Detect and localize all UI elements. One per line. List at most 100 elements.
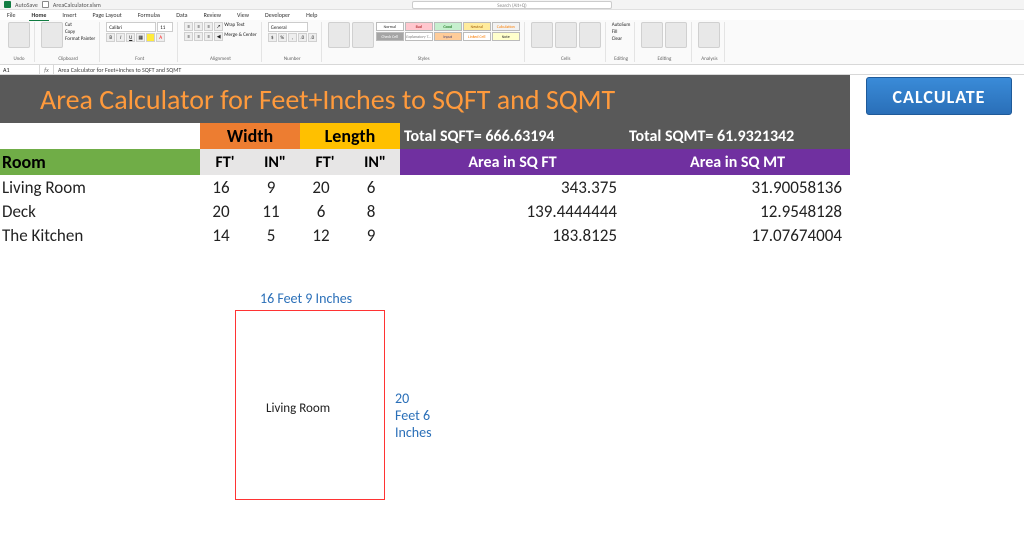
style-neutral[interactable]: Neutral xyxy=(463,22,491,31)
tab-data[interactable]: Data xyxy=(173,10,190,20)
style-calc[interactable]: Calculation xyxy=(492,22,520,31)
ribbon: Undo Cut Copy Format Painter Clipboard C… xyxy=(0,20,1024,65)
tab-developer[interactable]: Developer xyxy=(262,10,293,20)
format-as-table-icon[interactable] xyxy=(352,22,374,48)
autosave-toggle[interactable]: AutoSave xyxy=(15,1,38,9)
search-input[interactable]: Search (Alt+Q) xyxy=(412,1,612,9)
wrap-text-button[interactable]: Wrap Text xyxy=(224,22,244,31)
style-note[interactable]: Note xyxy=(492,32,520,41)
fill-color-button[interactable] xyxy=(146,33,155,42)
align-top-button[interactable]: ≡ xyxy=(184,22,193,31)
tab-insert[interactable]: Insert xyxy=(59,10,79,20)
insert-cells-icon[interactable] xyxy=(531,22,553,48)
cell-width-in[interactable]: 5 xyxy=(250,223,300,247)
currency-button[interactable]: $ xyxy=(268,33,277,42)
percent-button[interactable]: % xyxy=(278,33,287,42)
paste-icon[interactable] xyxy=(8,22,30,48)
fill-button[interactable]: Fill xyxy=(612,29,618,35)
formula-input[interactable]: Area Calculator for Feet+Inches to SQFT … xyxy=(54,65,181,75)
ribbon-group-alignment: Alignment xyxy=(184,56,257,62)
cell-room-name[interactable]: Living Room xyxy=(0,175,200,199)
dec-decimal-button[interactable]: .0 xyxy=(308,33,317,42)
align-bottom-button[interactable]: ≡ xyxy=(204,22,213,31)
worksheet[interactable]: Area Calculator for Feet+Inches to SQFT … xyxy=(0,75,1024,247)
autosum-button[interactable]: AutoSum xyxy=(612,22,631,28)
save-icon[interactable] xyxy=(42,1,49,8)
align-left-button[interactable]: ≡ xyxy=(184,32,193,41)
area-table: Width Length Total SQFT= 666.63194 Total… xyxy=(0,123,850,247)
cell-length-in[interactable]: 6 xyxy=(350,175,400,199)
align-center-button[interactable]: ≡ xyxy=(194,32,203,41)
find-select-icon[interactable] xyxy=(665,22,687,48)
cell-sqmt[interactable]: 31.90058136 xyxy=(625,175,850,199)
cell-width-in[interactable]: 9 xyxy=(250,175,300,199)
comma-button[interactable]: , xyxy=(288,33,297,42)
italic-button[interactable]: I xyxy=(116,33,125,42)
name-box[interactable]: A1 xyxy=(0,65,40,75)
cell-sqft[interactable]: 183.8125 xyxy=(400,223,625,247)
tab-view[interactable]: View xyxy=(234,10,252,20)
delete-cells-icon[interactable] xyxy=(555,22,577,48)
merge-center-button[interactable]: Merge & Center xyxy=(224,32,257,41)
cell-room-name[interactable]: The Kitchen xyxy=(0,223,200,247)
tab-home[interactable]: Home xyxy=(29,10,50,21)
style-bad[interactable]: Bad xyxy=(405,22,433,31)
tab-review[interactable]: Review xyxy=(201,10,224,20)
align-middle-button[interactable]: ≡ xyxy=(194,22,203,31)
cell-length-in[interactable]: 9 xyxy=(350,223,400,247)
fx-icon[interactable]: fx xyxy=(40,65,54,75)
tab-file[interactable]: File xyxy=(4,10,19,20)
excel-icon xyxy=(4,1,11,8)
font-size-select[interactable]: 11 xyxy=(157,22,173,32)
ribbon-group-styles: Styles xyxy=(328,56,520,62)
cell-width-ft[interactable]: 20 xyxy=(200,199,250,223)
room-diagram: 16 Feet 9 Inches 20 Feet 6 Inches Living… xyxy=(235,310,385,500)
format-cells-icon[interactable] xyxy=(579,22,601,48)
orientation-button[interactable]: ↗ xyxy=(214,22,223,31)
calculate-button[interactable]: CALCULATE xyxy=(866,77,1012,115)
copy-button[interactable]: Copy xyxy=(65,29,95,35)
table-row: Living Room 16 9 20 6 343.375 31.9005813… xyxy=(0,175,850,199)
header-length-in: IN" xyxy=(350,149,400,175)
conditional-formatting-icon[interactable] xyxy=(328,22,350,48)
font-name-select[interactable]: Calibri xyxy=(106,22,156,32)
cell-width-in[interactable]: 11 xyxy=(250,199,300,223)
indent-less-button[interactable]: ◀ xyxy=(214,32,223,41)
border-button[interactable]: ▦ xyxy=(136,33,145,42)
inc-decimal-button[interactable]: .0 xyxy=(298,33,307,42)
cell-width-ft[interactable]: 16 xyxy=(200,175,250,199)
style-linked[interactable]: Linked Cell xyxy=(463,32,491,41)
analyze-data-icon[interactable] xyxy=(698,22,720,48)
cell-length-ft[interactable]: 12 xyxy=(300,223,350,247)
align-right-button[interactable]: ≡ xyxy=(204,32,213,41)
format-painter-button[interactable]: Format Painter xyxy=(65,36,95,42)
style-good[interactable]: Good xyxy=(434,22,462,31)
cell-sqft[interactable]: 343.375 xyxy=(400,175,625,199)
bold-button[interactable]: B xyxy=(106,33,115,42)
sort-filter-icon[interactable] xyxy=(641,22,663,48)
cell-sqmt[interactable]: 17.07674004 xyxy=(625,223,850,247)
cell-width-ft[interactable]: 14 xyxy=(200,223,250,247)
number-format-select[interactable]: General xyxy=(268,22,308,32)
tab-formulas[interactable]: Formulas xyxy=(135,10,163,20)
style-normal[interactable]: Normal xyxy=(376,22,404,31)
style-expl[interactable]: Explanatory T... xyxy=(405,32,433,41)
formula-bar: A1 fx Area Calculator for Feet+Inches to… xyxy=(0,65,1024,75)
ribbon-group-undo: Undo xyxy=(8,56,30,62)
cell-sqft[interactable]: 139.4444444 xyxy=(400,199,625,223)
style-check[interactable]: Check Cell xyxy=(376,32,404,41)
underline-button[interactable]: U xyxy=(126,33,135,42)
cell-length-in[interactable]: 8 xyxy=(350,199,400,223)
cell-length-ft[interactable]: 20 xyxy=(300,175,350,199)
clear-button[interactable]: Clear xyxy=(612,36,622,42)
ribbon-group-editing: Editing xyxy=(612,56,631,62)
cell-sqmt[interactable]: 12.9548128 xyxy=(625,199,850,223)
style-input[interactable]: Input xyxy=(434,32,462,41)
tab-page-layout[interactable]: Page Layout xyxy=(90,10,125,20)
tab-help[interactable]: Help xyxy=(303,10,320,20)
cell-length-ft[interactable]: 6 xyxy=(300,199,350,223)
font-color-button[interactable]: A xyxy=(156,33,165,42)
paste-icon[interactable] xyxy=(41,22,63,48)
cell-room-name[interactable]: Deck xyxy=(0,199,200,223)
cut-button[interactable]: Cut xyxy=(65,22,95,28)
